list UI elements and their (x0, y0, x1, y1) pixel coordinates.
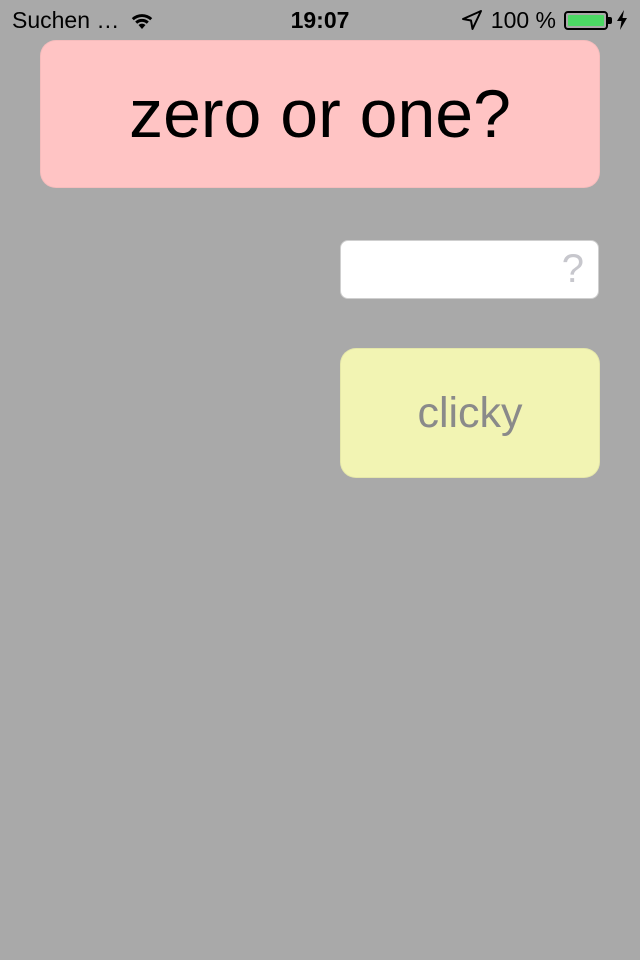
answer-input[interactable] (340, 240, 599, 299)
battery-level (568, 14, 604, 26)
battery-percent: 100 % (490, 7, 556, 33)
battery-icon (564, 10, 612, 30)
title-box: zero or one? (40, 40, 600, 188)
clicky-button[interactable]: clicky (340, 348, 600, 478)
charging-bolt-icon (616, 10, 628, 30)
location-arrow-icon (461, 9, 483, 31)
status-right: 100 % (461, 7, 628, 33)
title-text: zero or one? (129, 76, 511, 152)
status-bar: Suchen … 19:07 100 % (0, 0, 640, 40)
